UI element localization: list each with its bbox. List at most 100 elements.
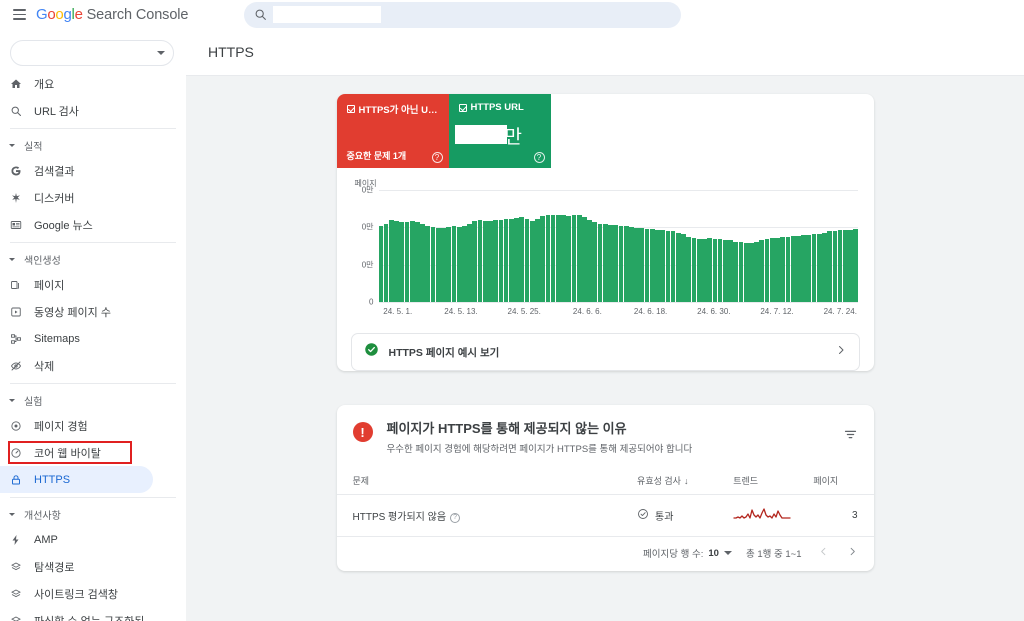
google-g-icon [10,165,32,177]
chart-x-tick-label: 24. 6. 30. [697,307,731,316]
chart-bar [566,215,572,302]
filter-tune-icon[interactable] [843,427,858,447]
https-urls-value: 만 [454,125,541,147]
column-header-pages[interactable]: 페이지 [813,465,874,496]
sidebar-item-discover[interactable]: 디스커버 [0,184,186,211]
chart-bar [394,221,399,302]
pagination-next-button[interactable] [845,546,860,560]
column-header-trend[interactable]: 트렌드 [733,465,814,496]
column-header-issue[interactable]: 문제 [336,465,638,496]
non-https-urls-card-header: HTTPS가 아닌 U… [346,102,439,116]
chart-bar [655,230,660,302]
chart-bar [587,220,592,302]
checkbox-checked-icon [458,103,467,112]
sidebar-item-video-pages[interactable]: 동영상 페이지 수 [0,298,186,325]
news-icon [10,219,32,231]
validation-status: 통과 [655,512,674,524]
chart-x-tick-label: 24. 6. 18. [633,307,668,316]
issues-card-header: ! 페이지가 HTTPS를 통해 제공되지 않는 이유 우수한 페이지 경험에 … [337,405,874,465]
sidebar-item-label: 개요 [34,78,55,91]
sidebar-item-label: 페이지 경험 [34,420,88,433]
chart-y-tick-label: 0만 [361,260,374,270]
chart-bar [696,239,702,302]
chart-bar [435,228,441,302]
search-redaction-overlay [273,5,382,23]
sidebar-item-pages[interactable]: 페이지 [0,271,186,298]
chart-bars [378,190,859,302]
main-content: HTTPS HTTPS가 아닌 U… 중요한 문제 1개 ? HTTPS URL… [186,29,1024,621]
chart-bar [618,225,624,302]
sidebar-item-url-inspection[interactable]: URL 검사 [0,97,186,124]
page-experience-icon [10,420,32,432]
chart-bar [571,214,577,302]
chart-bar [582,216,587,302]
rows-per-page-label: 페이지당 행 수: [643,549,704,561]
sidebar-item-removals[interactable]: 삭제 [0,352,186,379]
chart-x-tick-label: 24. 5. 13. [444,307,478,316]
chart-bar [561,214,566,302]
https-issues-card: ! 페이지가 HTTPS를 통해 제공되지 않는 이유 우수한 페이지 경험에 … [336,405,874,572]
sidebar-item-label: 탐색경로 [34,561,75,574]
hamburger-menu-icon[interactable] [8,4,30,26]
chart-bar [477,220,483,302]
info-circle-icon[interactable]: ? [450,512,461,523]
google-wordmark: Google [36,6,83,23]
https-urls-card[interactable]: HTTPS URL 만 ? [448,94,551,168]
sidebar-item-overview[interactable]: 개요 [0,70,186,97]
view-https-examples-row[interactable]: HTTPS 페이지 예시 보기 [350,333,860,371]
sidebar-section-performance[interactable]: 실적 [0,133,186,157]
content-scroll-area[interactable]: HTTPS가 아닌 U… 중요한 문제 1개 ? HTTPS URL 만 ? 페… [186,76,1024,621]
column-header-validation[interactable]: 유효성 검사 ↓ [637,465,734,496]
help-circle-icon[interactable]: ? [533,152,545,163]
chart-bar [383,223,389,302]
layers-icon [10,588,32,600]
chart-bar [545,214,551,302]
table-row[interactable]: HTTPS 평가되지 않음? 통과 3 [336,494,874,538]
chart-bar [415,222,420,302]
help-circle-icon[interactable]: ? [431,152,443,163]
cell-issue: HTTPS 평가되지 않음? [336,494,638,538]
chart-bar [743,242,749,302]
sidebar-item-https[interactable]: HTTPS [0,466,153,493]
non-https-urls-label: HTTPS가 아닌 U… [358,105,438,116]
brand-logo[interactable]: Google Search Console [36,6,188,23]
property-selector[interactable] [10,40,174,66]
chart-bar [769,238,775,302]
layers-icon [10,615,32,621]
sidebar-item-amp[interactable]: AMP [0,526,186,553]
sidebar-section-label: 실험 [24,396,43,408]
issues-title: 페이지가 HTTPS를 통해 제공되지 않는 이유 [386,421,627,436]
sidebar-section-indexing[interactable]: 색인생성 [0,247,186,271]
global-search-bar[interactable]: 에 있는 모든 URL 검사 [244,1,682,28]
sidebar-item-unparsable-structured-data[interactable]: 파싱할 수 없는 구조화된 … [0,607,186,621]
chart-bar [759,240,765,302]
sidebar-item-page-experience[interactable]: 페이지 경험 [0,412,186,439]
chart-bar [420,223,425,302]
eye-off-icon [10,360,32,372]
sidebar-item-breadcrumbs[interactable]: 탐색경로 [0,553,186,580]
sidebar-section-enhancements[interactable]: 개선사항 [0,502,186,526]
pages-icon [10,279,32,291]
chevron-right-icon[interactable] [835,343,847,361]
non-https-urls-card[interactable]: HTTPS가 아닌 U… 중요한 문제 1개 ? [336,94,449,168]
sidebar-item-sitemaps[interactable]: Sitemaps [0,325,186,352]
sidebar-item-sitelinks-searchbox[interactable]: 사이트링크 검색창 [0,580,186,607]
rows-per-page-select[interactable]: 페이지당 행 수: 10 [643,546,732,560]
chart-bar [738,241,744,302]
pagination-prev-button[interactable] [816,546,831,560]
chart-bar [576,214,582,302]
sidebar-item-core-web-vitals[interactable]: 코어 웹 바이탈 [0,439,186,466]
sidebar-item-google-news[interactable]: Google 뉴스 [0,211,186,238]
issues-header-text: 페이지가 HTTPS를 통해 제공되지 않는 이유 우수한 페이지 경험에 해당… [387,421,843,455]
issues-subtitle: 우수한 페이지 경험에 해당하려면 페이지가 HTTPS를 통해 제공되어야 합… [386,444,693,456]
chart-bar [837,230,843,302]
chart-bar [712,239,718,302]
chart-bar [722,240,728,302]
status-card-strip: HTTPS가 아닌 U… 중요한 문제 1개 ? HTTPS URL 만 ? [336,94,874,168]
check-circle-filled-icon [364,342,379,362]
sidebar-section-experience[interactable]: 실험 [0,388,186,412]
sidebar-item-search-results[interactable]: 검색결과 [0,157,186,184]
chart-y-tick-label: 0만 [361,222,374,232]
chart-bar [681,233,686,302]
chart-bar [707,238,712,302]
